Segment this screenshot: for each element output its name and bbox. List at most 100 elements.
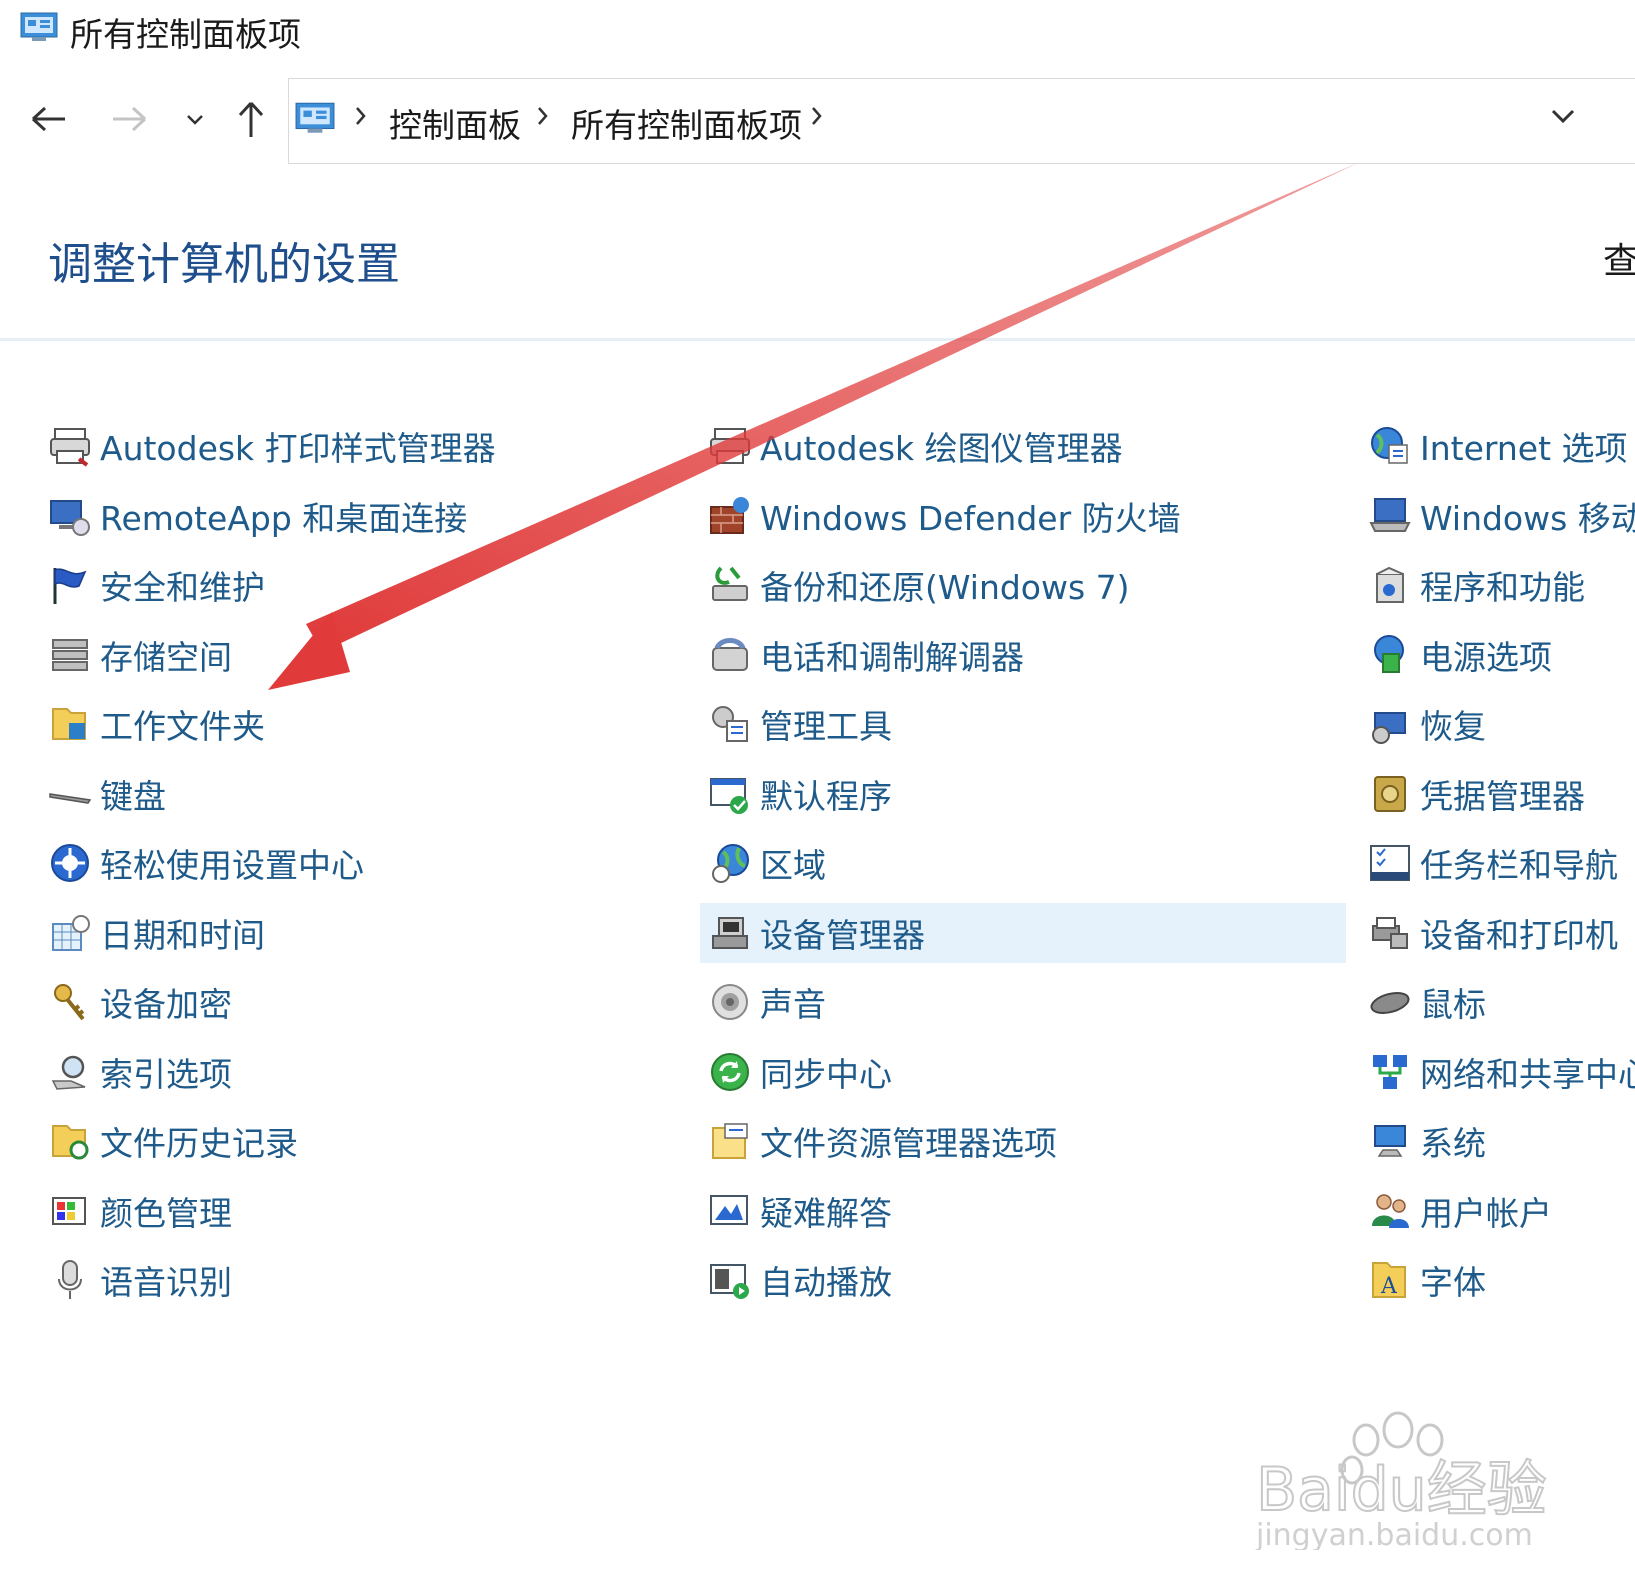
control-panel-item-label: Internet 选项	[1420, 429, 1628, 468]
control-panel-item-label: 系统	[1420, 1124, 1486, 1163]
control-panel-item[interactable]: 文件资源管理器选项	[706, 1111, 1057, 1171]
control-panel-item[interactable]: 设备管理器	[700, 903, 1346, 963]
control-panel-item[interactable]: 轻松使用设置中心	[46, 833, 364, 893]
mouse-icon	[1366, 978, 1414, 1026]
chevron-right-icon	[809, 103, 825, 133]
folder-options-icon	[706, 1117, 754, 1165]
control-panel-item-label: Windows Defender 防火墙	[760, 499, 1181, 538]
user-accounts-icon	[1366, 1187, 1414, 1235]
control-panel-item[interactable]: 用户帐户	[1366, 1181, 1552, 1241]
arrow-left-icon	[29, 104, 69, 138]
control-panel-item-label: 凭据管理器	[1420, 777, 1585, 816]
control-panel-item[interactable]: 存储空间	[46, 625, 232, 685]
control-panel-item[interactable]: 管理工具	[706, 694, 892, 754]
control-panel-item[interactable]: 备份和还原(Windows 7)	[706, 555, 1130, 615]
control-panel-item[interactable]: Windows 移动	[1366, 486, 1635, 546]
control-panel-item[interactable]: 任务栏和导航	[1366, 833, 1618, 893]
control-panel-item[interactable]: Autodesk 绘图仪管理器	[706, 416, 1123, 476]
control-panel-item[interactable]: 工作文件夹	[46, 694, 265, 754]
control-panel-item[interactable]: 声音	[706, 972, 826, 1032]
taskbar-icon	[1366, 839, 1414, 887]
system-icon	[1366, 1117, 1414, 1165]
recovery-icon	[1366, 700, 1414, 748]
control-panel-item-label: 同步中心	[760, 1055, 892, 1094]
control-panel-item[interactable]: Autodesk 打印样式管理器	[46, 416, 496, 476]
speaker-icon	[706, 978, 754, 1026]
control-panel-item-label: 存储空间	[100, 638, 232, 677]
control-panel-item-label: Windows 移动	[1420, 499, 1635, 538]
control-panel-item[interactable]: 默认程序	[706, 764, 892, 824]
control-panel-item[interactable]: 疑难解答	[706, 1181, 892, 1241]
control-panel-item[interactable]: 索引选项	[46, 1042, 232, 1102]
page-title: 调整计算机的设置	[48, 239, 400, 290]
control-panel-item-label: 索引选项	[100, 1055, 232, 1094]
view-by-label: 查	[1603, 241, 1635, 282]
control-panel-item-label: 文件历史记录	[100, 1124, 298, 1163]
forward-button[interactable]	[106, 98, 152, 144]
breadcrumb-control-panel[interactable]: 控制面板	[389, 99, 521, 147]
control-panel-item[interactable]: 设备和打印机	[1366, 903, 1618, 963]
control-panel-item-label: Autodesk 绘图仪管理器	[760, 429, 1123, 468]
control-panel-item[interactable]: 程序和功能	[1366, 555, 1585, 615]
default-programs-icon	[706, 770, 754, 818]
address-dropdown-button[interactable]	[1550, 107, 1576, 129]
control-panel-item[interactable]: 安全和维护	[46, 555, 265, 615]
control-panel-item[interactable]: 同步中心	[706, 1042, 892, 1102]
control-panel-item[interactable]: 颜色管理	[46, 1181, 232, 1241]
control-panel-item[interactable]: 日期和时间	[46, 903, 265, 963]
control-panel-item-label: 日期和时间	[100, 916, 265, 955]
header-divider	[0, 338, 1635, 341]
control-panel-item[interactable]: Internet 选项	[1366, 416, 1628, 476]
recent-locations-button[interactable]	[172, 98, 218, 144]
address-bar[interactable]: 控制面板 所有控制面板项	[288, 78, 1605, 164]
back-button[interactable]	[26, 98, 72, 144]
control-panel-icon	[20, 12, 58, 46]
backup-icon	[706, 561, 754, 609]
control-panel-item-label: 网络和共享中心	[1420, 1055, 1635, 1094]
control-panel-item-label: Autodesk 打印样式管理器	[100, 429, 496, 468]
control-panel-item-label: 恢复	[1420, 707, 1486, 746]
control-panel-item[interactable]: 网络和共享中心	[1366, 1042, 1635, 1102]
ease-of-access-icon	[46, 839, 94, 887]
control-panel-item[interactable]: 文件历史记录	[46, 1111, 298, 1171]
control-panel-item-label: 轻松使用设置中心	[100, 846, 364, 885]
control-panel-item-label: 任务栏和导航	[1420, 846, 1618, 885]
control-panel-item-label: 安全和维护	[100, 568, 265, 607]
control-panel-item-label: 字体	[1420, 1263, 1486, 1302]
printer-style-icon	[46, 422, 94, 470]
calendar-clock-icon	[46, 909, 94, 957]
control-panel-item-label: 设备和打印机	[1420, 916, 1618, 955]
admin-tools-icon	[706, 700, 754, 748]
control-panel-item-label: 区域	[760, 846, 826, 885]
control-panel-item[interactable]: RemoteApp 和桌面连接	[46, 486, 467, 546]
credential-vault-icon	[1366, 770, 1414, 818]
control-panel-item[interactable]: 恢复	[1366, 694, 1486, 754]
control-panel-item[interactable]: A 字体	[1366, 1250, 1486, 1310]
control-panel-item-label: 设备管理器	[760, 916, 925, 955]
control-panel-item[interactable]: 鼠标	[1366, 972, 1486, 1032]
firewall-icon	[706, 492, 754, 540]
sync-icon	[706, 1048, 754, 1096]
control-panel-item-label: 默认程序	[760, 777, 892, 816]
control-panel-item[interactable]: 系统	[1366, 1111, 1486, 1171]
control-panel-item[interactable]: Windows Defender 防火墙	[706, 486, 1181, 546]
refresh-button[interactable]	[1603, 78, 1635, 164]
devices-printers-icon	[1366, 909, 1414, 957]
control-panel-item[interactable]: 凭据管理器	[1366, 764, 1585, 824]
watermark-brand: Baidu经验	[1256, 1455, 1547, 1525]
control-panel-item[interactable]: 键盘	[46, 764, 166, 824]
control-panel-item[interactable]: 自动播放	[706, 1250, 892, 1310]
up-button[interactable]	[228, 98, 274, 144]
keyboard-icon	[46, 770, 94, 818]
control-panel-item-label: 颜色管理	[100, 1194, 232, 1233]
control-panel-item-label: 语音识别	[100, 1263, 232, 1302]
control-panel-item-label: 设备加密	[100, 985, 232, 1024]
control-panel-item[interactable]: 电源选项	[1366, 625, 1552, 685]
control-panel-item[interactable]: 区域	[706, 833, 826, 893]
control-panel-item[interactable]: 语音识别	[46, 1250, 232, 1310]
control-panel-item[interactable]: 电话和调制解调器	[706, 625, 1024, 685]
control-panel-item-label: 备份和还原(Windows 7)	[760, 568, 1130, 607]
breadcrumb-all-items[interactable]: 所有控制面板项	[571, 99, 802, 147]
control-panel-item-label: 电源选项	[1420, 638, 1552, 677]
control-panel-item[interactable]: 设备加密	[46, 972, 232, 1032]
